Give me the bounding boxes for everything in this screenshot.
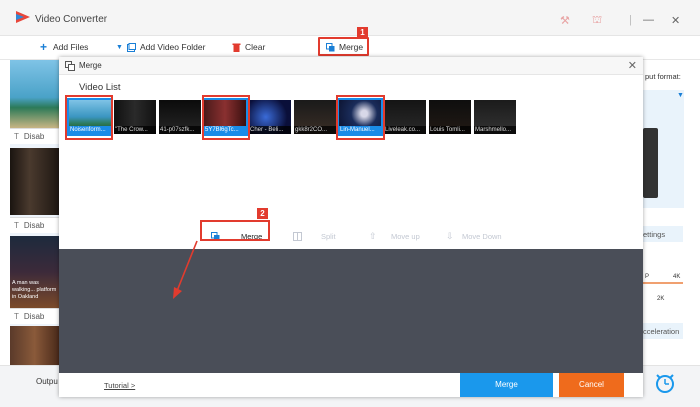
disable-label: Disab <box>23 132 45 141</box>
output-label: Outpu <box>36 377 58 386</box>
video-thumbnail[interactable]: Louis Tomli... <box>429 100 471 134</box>
plus-icon: + <box>40 39 48 54</box>
merge-dialog: Merge ✕ Video List Noisenform... "The Cro… <box>59 57 643 397</box>
resolution-label-2k: 2K <box>657 296 665 302</box>
text-icon: T <box>14 312 19 321</box>
video-thumbnail[interactable]: gkk8r2CO... <box>294 100 336 134</box>
step-2-badge: 2 <box>257 208 268 219</box>
video-caption: gkk8r2CO... <box>294 126 336 134</box>
tutorial-link[interactable]: Tutorial > <box>104 381 135 390</box>
disable-subtitle-item[interactable]: T Disab <box>10 217 59 233</box>
clear-button[interactable]: Clear <box>232 42 265 52</box>
selection-callout-box <box>336 95 385 140</box>
gpu-acceleration-button[interactable]: cceleration <box>643 323 683 339</box>
video-thumbnail[interactable]: Liveleak.co... <box>384 100 426 134</box>
video-caption: 41-p07szfk... <box>159 126 201 134</box>
video-caption: "The Crow... <box>114 126 156 134</box>
selection-callout-box <box>202 95 250 140</box>
merge-callout-box <box>318 37 369 56</box>
file-thumbnail[interactable] <box>10 60 59 128</box>
key-icon[interactable]: ⚒ <box>560 14 570 27</box>
move-down-button[interactable]: ⇩ Move Down <box>446 231 502 242</box>
video-thumbnail[interactable]: Cher - Beli... <box>249 100 291 134</box>
add-video-folder-button[interactable]: ▼ Add Video Folder <box>116 42 205 52</box>
app-logo-icon <box>16 11 30 23</box>
merge-action-callout-box <box>200 220 270 241</box>
file-thumbnail[interactable] <box>10 326 59 365</box>
video-thumbnail[interactable]: 41-p07szfk... <box>159 100 201 134</box>
chevron-down-icon: ▼ <box>116 43 123 51</box>
folder-icon <box>126 42 136 52</box>
output-format-label: put format: <box>645 72 681 81</box>
dialog-title: Merge <box>79 61 102 70</box>
close-window-button[interactable]: ✕ <box>671 14 680 27</box>
text-icon: T <box>14 132 19 141</box>
add-files-label: Add Files <box>53 42 89 52</box>
arrow-up-icon: ⇧ <box>369 231 377 241</box>
split-label: Split <box>321 232 336 241</box>
alarm-clock-icon[interactable] <box>652 371 678 395</box>
cancel-button[interactable]: Cancel <box>559 373 624 397</box>
cart-icon[interactable]: ⛫ <box>592 14 602 28</box>
merge-actions-bar: Merge Split ⇧ Move up ⇩ Move Down <box>59 223 643 249</box>
dialog-footer: Tutorial > Merge Cancel <box>59 373 643 397</box>
callout-arrow-icon <box>173 240 198 299</box>
video-caption: Marshmello... <box>474 126 516 134</box>
chevron-down-icon[interactable]: ▼ <box>677 92 684 99</box>
format-preview-icon <box>643 128 658 198</box>
add-files-button[interactable]: + Add Files <box>40 39 89 54</box>
selection-callout-box <box>65 95 113 140</box>
disable-label: Disab <box>23 312 45 321</box>
move-down-label: Move Down <box>462 232 502 241</box>
video-thumbnail[interactable]: "The Crow... <box>114 100 156 134</box>
quality-slider[interactable] <box>643 282 683 284</box>
video-caption: Cher - Beli... <box>249 126 291 134</box>
format-card[interactable] <box>643 90 684 208</box>
settings-panel: put format: ▼ ettings P 4K 2K cceleratio… <box>643 60 700 365</box>
file-thumbnail[interactable]: A man was walking... platform in Oakland <box>10 236 59 308</box>
merge-icon <box>65 61 75 71</box>
video-caption: Liveleak.co... <box>384 126 426 134</box>
add-video-folder-label: Add Video Folder <box>139 42 206 52</box>
title-bar: Video Converter ⚒ ⛫ | — ✕ <box>0 0 700 36</box>
step-1-badge: 1 <box>357 27 368 38</box>
resolution-label-low: P <box>645 274 650 280</box>
disable-label: Disab <box>23 221 45 230</box>
video-thumbnail[interactable]: Marshmello... <box>474 100 516 134</box>
arrow-down-icon: ⇩ <box>446 231 454 241</box>
split-icon <box>293 232 302 241</box>
split-button[interactable]: Split <box>293 232 336 241</box>
disable-subtitle-item[interactable]: T Disab <box>10 308 59 324</box>
trash-icon <box>232 43 241 52</box>
resolution-label-4k: 4K <box>673 274 681 280</box>
video-caption: Louis Tomli... <box>429 126 471 134</box>
thumbnail-caption: A man was walking... platform in Oakland <box>12 280 57 300</box>
settings-button[interactable]: ettings <box>643 226 683 242</box>
clear-label: Clear <box>245 42 266 52</box>
move-up-label: Move up <box>391 232 420 241</box>
minimize-button[interactable]: — <box>643 14 654 26</box>
divider: | <box>629 14 632 26</box>
video-list-label: Video List <box>79 82 121 93</box>
merge-confirm-button[interactable]: Merge <box>460 373 553 397</box>
merge-preview-area <box>59 249 643 373</box>
move-up-button[interactable]: ⇧ Move up <box>369 231 420 242</box>
close-icon[interactable]: ✕ <box>628 59 637 72</box>
app-title: Video Converter <box>35 14 108 25</box>
file-thumbnail[interactable] <box>10 148 59 215</box>
disable-subtitle-item[interactable]: T Disab <box>10 128 59 144</box>
dialog-title-bar: Merge ✕ <box>59 57 643 75</box>
text-icon: T <box>14 221 19 230</box>
